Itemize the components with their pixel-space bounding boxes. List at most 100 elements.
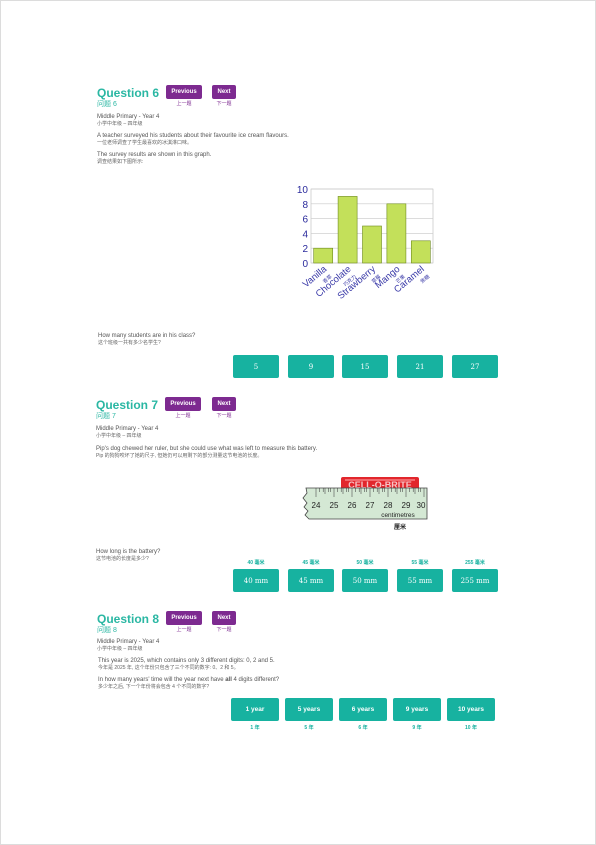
ruler-tick-label: 28 <box>384 501 393 510</box>
bar <box>410 240 431 264</box>
next-label-cn: 下一题 <box>216 413 232 419</box>
ruler-tick-label: 29 <box>402 501 411 510</box>
answer-option[interactable]: 55 mm <box>397 569 443 592</box>
question-title-cn: 问题 6 <box>97 101 117 108</box>
bar <box>337 196 358 264</box>
y-tick-label: 10 <box>297 185 309 196</box>
question-8-header: Question 8 问题 8 <box>97 612 159 635</box>
question-title: Question 8 <box>97 612 160 626</box>
bar <box>362 225 382 264</box>
answer-option[interactable]: 40 mm <box>233 569 279 592</box>
level-text-cn: 小学中年级 – 四年级 <box>97 646 143 652</box>
ruler-tick-label: 24 <box>312 501 321 510</box>
question-line-cn: 这节电池的长度是多少? <box>96 556 149 562</box>
question-line-emphasis: all <box>225 677 232 683</box>
ruler-tick-label: 30 <box>417 501 426 510</box>
ruler-unit-label-cn: 厘米 <box>394 523 406 531</box>
level-text: Middle Primary - Year 4 <box>96 426 159 432</box>
y-tick-label: 6 <box>302 215 308 226</box>
level-info: Middle Primary - Year 4 小学中年级 – 四年级 <box>97 639 159 653</box>
previous-button[interactable]: Previous <box>165 397 201 411</box>
question-title-cn: 问题 8 <box>97 627 117 634</box>
question-line: Pip's dog chewed her ruler, but she coul… <box>96 446 318 452</box>
answer-label-cn: 10 年 <box>465 725 477 731</box>
bar <box>313 247 334 264</box>
question-line: In how many years' time will the year ne… <box>98 677 279 684</box>
previous-label-cn: 上一题 <box>176 101 192 107</box>
question-text: This year is 2025, which contains only 3… <box>98 658 275 672</box>
answer-option[interactable]: 1 year <box>231 698 279 721</box>
question-line-cn: 一位老师调查了学生最喜欢的冰淇淋口味。 <box>97 140 193 146</box>
question-line-part: 4 digits different? <box>231 677 280 683</box>
ruler-unit-label: centimetres <box>381 512 415 519</box>
answer-option[interactable]: 10 years <box>447 698 495 721</box>
answer-label-cn: 45 毫米 <box>302 560 320 566</box>
question-line: How long is the battery? <box>96 549 161 555</box>
answer-option[interactable]: 50 mm <box>342 569 388 592</box>
previous-button[interactable]: Previous <box>166 611 202 625</box>
previous-button[interactable]: Previous <box>166 85 202 99</box>
y-tick-label: 8 <box>302 200 308 211</box>
answer-label-cn: 1 年 <box>250 725 260 731</box>
answer-option[interactable]: 5 years <box>285 698 333 721</box>
question-prompt: How long is the battery? 这节电池的长度是多少? <box>96 549 160 563</box>
y-tick-label: 0 <box>302 259 308 270</box>
answer-option[interactable]: 6 years <box>339 698 387 721</box>
question-6-header: Question 6 问题 6 <box>97 86 159 109</box>
level-text: Middle Primary - Year 4 <box>97 639 160 645</box>
question-line-cn: 调查结果如下图所示: <box>97 159 144 165</box>
answer-label-cn: 55 毫米 <box>411 560 429 566</box>
question-title-cn: 问题 7 <box>96 413 116 420</box>
answer-label-cn: 9 年 <box>412 725 422 731</box>
ruler-battery-image: CELL-O-BRITE 24 25 26 27 28 29 30 centim… <box>302 477 428 531</box>
level-text-cn: 小学中年级 – 四年级 <box>97 121 143 127</box>
ruler-tick-label: 25 <box>330 501 339 510</box>
answer-label-cn: 6 年 <box>358 725 368 731</box>
question-line: This year is 2025, which contains only 3… <box>98 658 275 664</box>
y-tick-label: 2 <box>302 244 308 255</box>
level-text-cn: 小学中年级 – 四年级 <box>96 433 142 439</box>
level-info: Middle Primary - Year 4 小学中年级 – 四年级 <box>96 426 158 440</box>
question-title: Question 6 <box>97 86 160 100</box>
previous-label-cn: 上一题 <box>176 627 192 633</box>
level-text: Middle Primary - Year 4 <box>97 114 160 120</box>
answer-option[interactable]: 21 <box>397 355 443 378</box>
next-label-cn: 下一题 <box>216 101 232 107</box>
level-info: Middle Primary - Year 4 小学中年级 – 四年级 <box>97 114 159 128</box>
y-tick-label: 4 <box>302 229 308 240</box>
answer-option[interactable]: 27 <box>452 355 498 378</box>
worksheet-page: Question 6 问题 6 Previous 上一题 Next 下一题 Mi… <box>0 0 596 845</box>
answer-option[interactable]: 15 <box>342 355 388 378</box>
question-7-header: Question 7 问题 7 <box>96 398 158 421</box>
question-prompt: How many students are in his class? 这个班级… <box>98 333 195 347</box>
question-line-cn: 这个班级一共有多少名学生? <box>98 340 161 346</box>
question-line-cn: Pip 的狗狗咬坏了她的尺子, 但她仍可以用剩下的部分测量这节电池的长度。 <box>96 453 263 459</box>
answer-option[interactable]: 9 <box>288 355 334 378</box>
question-title: Question 7 <box>96 398 159 412</box>
question-line: A teacher surveyed his students about th… <box>97 133 289 139</box>
bar <box>386 203 407 264</box>
next-label-cn: 下一题 <box>216 627 232 633</box>
question-line-cn: 今年是 2025 年, 这个年份只包含了三个不同的数字: 0、2 和 5。 <box>98 665 239 671</box>
previous-label-cn: 上一题 <box>175 413 191 419</box>
answer-option[interactable]: 45 mm <box>288 569 334 592</box>
next-button[interactable]: Next <box>212 611 236 625</box>
question-line-cn: 多少年之后, 下一个年份将会包含 4 个不同的数字? <box>98 684 210 690</box>
question-text: In how many years' time will the year ne… <box>98 677 279 691</box>
question-line: How many students are in his class? <box>98 333 196 339</box>
question-line: The survey results are shown in this gra… <box>97 152 212 158</box>
next-button[interactable]: Next <box>212 397 236 411</box>
ruler-tick-label: 26 <box>348 501 357 510</box>
answer-option[interactable]: 255 mm <box>452 569 498 592</box>
question-text: The survey results are shown in this gra… <box>97 152 211 166</box>
answer-option[interactable]: 9 years <box>393 698 441 721</box>
question-text: A teacher surveyed his students about th… <box>97 133 289 147</box>
question-line-part: In how many years' time will the year ne… <box>98 677 226 683</box>
question-text: Pip's dog chewed her ruler, but she coul… <box>96 446 317 460</box>
answer-option[interactable]: 5 <box>233 355 279 378</box>
next-button[interactable]: Next <box>212 85 236 99</box>
ice-cream-bar-chart: 0246810Vanilla香草Chocolate巧克力Strawberry草莓… <box>297 185 434 302</box>
answer-label-cn: 40 毫米 <box>247 560 265 566</box>
ruler-tick-label: 27 <box>366 501 375 510</box>
answer-label-cn: 50 毫米 <box>356 560 374 566</box>
